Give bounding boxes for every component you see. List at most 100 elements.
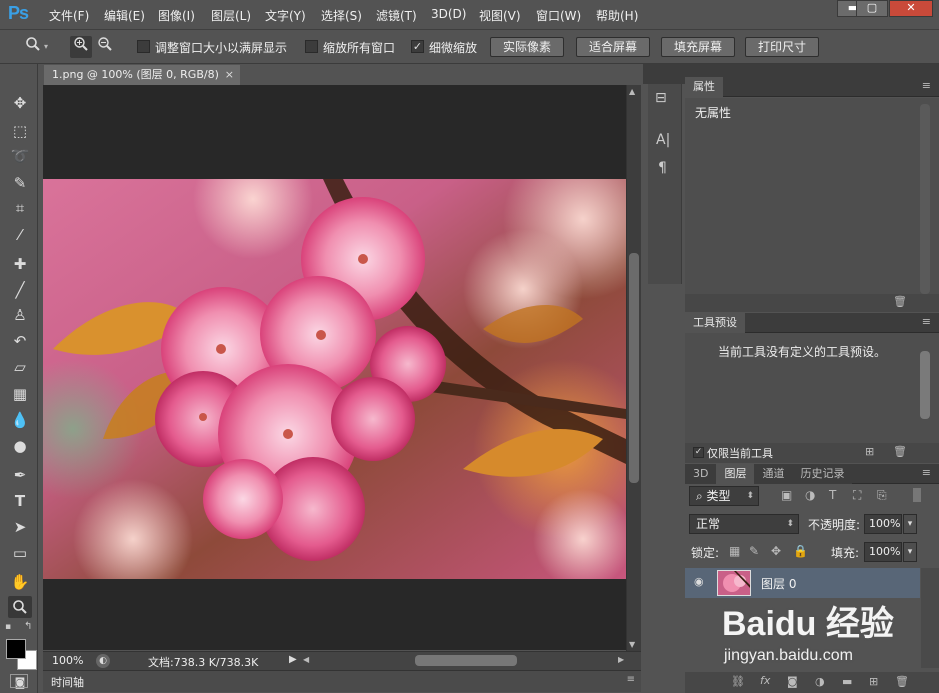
tool-presets-tab[interactable]: 工具预设 [685, 313, 745, 333]
history-brush-icon[interactable]: ↶ [8, 330, 32, 352]
new-layer-icon[interactable]: ⊞ [869, 675, 878, 688]
quick-select-icon[interactable]: ✎ [8, 172, 32, 194]
timeline-menu-icon[interactable]: ≡ [627, 674, 635, 685]
properties-scrollbar[interactable] [920, 104, 930, 294]
scroll-right-icon[interactable]: ▶ [618, 655, 624, 664]
eye-icon[interactable]: ◉ [694, 575, 704, 588]
adjustment-layer-icon[interactable]: ◑ [815, 675, 825, 688]
gradient-icon[interactable]: ▦ [8, 383, 32, 405]
kind-filter-select[interactable]: ⌕ 类型 ⬍ [689, 486, 759, 506]
close-button[interactable]: ✕ [889, 0, 933, 17]
tool-presets-menu-icon[interactable]: ≡ [922, 315, 931, 328]
mask-icon[interactable]: ◙ [787, 675, 798, 688]
shape-icon[interactable]: ▭ [8, 542, 32, 564]
group-icon[interactable]: ▬ [842, 675, 852, 688]
fit-screen-button[interactable]: 适合屏幕 [576, 37, 650, 57]
fill-input[interactable]: 100% [864, 542, 902, 562]
type-icon[interactable]: T [8, 490, 32, 512]
tab-layers[interactable]: 图层 [716, 464, 755, 484]
dodge-icon[interactable]: ● [8, 435, 32, 457]
tool-presets-scrollbar[interactable] [920, 351, 930, 419]
print-size-button[interactable]: 打印尺寸 [745, 37, 819, 57]
marquee-icon[interactable]: ⬚ [8, 120, 32, 142]
vertical-scroll-thumb[interactable] [629, 253, 639, 483]
adjust-icon[interactable]: ⊟ [655, 90, 667, 106]
lock-move-icon[interactable]: ✥ [771, 544, 781, 558]
trash-icon[interactable]: 🗑 [895, 675, 909, 688]
filter-smart-object-icon[interactable]: ⎘ [877, 488, 887, 503]
menu-view[interactable]: 视图(V) [479, 7, 521, 24]
trash-icon[interactable]: 🗑 [893, 445, 907, 458]
opacity-dropdown-icon[interactable]: ▾ [903, 514, 917, 534]
menu-filter[interactable]: 滤镜(T) [376, 7, 417, 24]
scrubby-zoom-checkbox[interactable]: ✓ [411, 40, 424, 53]
properties-tab[interactable]: 属性 [685, 77, 723, 97]
path-select-icon[interactable]: ➤ [8, 516, 32, 538]
scroll-up-icon[interactable]: ▲ [629, 87, 635, 96]
menu-3d[interactable]: 3D(D) [431, 7, 466, 21]
menu-type[interactable]: 文字(Y) [265, 7, 306, 24]
character-icon[interactable]: A| [656, 132, 670, 148]
filter-shape-icon[interactable]: ⛶ [853, 488, 861, 503]
maximize-button[interactable]: ▢ [856, 0, 888, 17]
canvas-image[interactable] [43, 179, 626, 579]
default-colors-icon[interactable]: ▪ [5, 622, 15, 632]
new-preset-icon[interactable]: ⊞ [865, 445, 874, 458]
document-tab[interactable]: 1.png @ 100% (图层 0, RGB/8) × [44, 65, 240, 85]
blur-icon[interactable]: 💧 [8, 409, 32, 431]
zoom-in-icon[interactable] [70, 36, 92, 58]
filter-toggle[interactable] [913, 488, 921, 502]
eraser-icon[interactable]: ▱ [8, 356, 32, 378]
swap-colors-icon[interactable]: ↰ [24, 621, 32, 632]
filter-adjustment-icon[interactable]: ◑ [805, 488, 815, 502]
zoom-tool-icon[interactable] [8, 596, 32, 618]
trash-icon[interactable]: 🗑 [893, 295, 907, 308]
zoom-out-icon[interactable] [94, 36, 116, 58]
menu-select[interactable]: 选择(S) [321, 7, 362, 24]
filter-type-icon[interactable]: T [829, 488, 836, 502]
foreground-color-swatch[interactable] [6, 639, 26, 659]
resize-windows-checkbox[interactable] [137, 40, 150, 53]
hand-icon[interactable]: ✋ [8, 571, 32, 593]
menu-window[interactable]: 窗口(W) [536, 7, 581, 24]
lock-transparent-icon[interactable]: ▦ [729, 544, 740, 558]
blend-mode-select[interactable]: 正常 ⬍ [689, 514, 799, 534]
pen-icon[interactable]: ✒ [8, 464, 32, 486]
tab-history[interactable]: 历史记录 [792, 464, 853, 484]
timeline-tab[interactable]: 时间轴 [51, 674, 84, 690]
zoom-all-windows-checkbox[interactable] [305, 40, 318, 53]
close-tab-icon[interactable]: × [225, 65, 234, 85]
lock-paint-icon[interactable]: ✎ [749, 544, 759, 558]
zoom-icon[interactable] [22, 36, 44, 58]
horizontal-scroll-thumb[interactable] [415, 655, 517, 666]
menu-layer[interactable]: 图层(L) [211, 7, 251, 24]
crop-icon[interactable]: ⌗ [8, 197, 32, 219]
scroll-left-icon[interactable]: ◀ [303, 655, 309, 664]
tab-3d[interactable]: 3D [685, 464, 717, 484]
scroll-down-icon[interactable]: ▼ [629, 640, 635, 649]
eyedropper-icon[interactable]: ⁄ [8, 224, 32, 246]
paragraph-icon[interactable]: ¶ [658, 160, 667, 176]
actual-pixels-button[interactable]: 实际像素 [490, 37, 564, 57]
healing-icon[interactable]: ✚ [8, 253, 32, 275]
menu-image[interactable]: 图像(I) [158, 7, 195, 24]
opacity-input[interactable]: 100% [864, 514, 902, 534]
menu-help[interactable]: 帮助(H) [596, 7, 638, 24]
menu-file[interactable]: 文件(F) [49, 7, 89, 24]
zoom-level[interactable]: 100% [52, 654, 83, 667]
fx-icon[interactable]: fx [760, 674, 770, 687]
vertical-scrollbar[interactable]: ▲ ▼ [626, 85, 641, 651]
fill-dropdown-icon[interactable]: ▾ [903, 542, 917, 562]
layer-name[interactable]: 图层 0 [761, 575, 796, 592]
tool-preset-arrow-icon[interactable]: ▾ [44, 42, 48, 51]
status-expand-icon[interactable]: ▶ [289, 654, 297, 665]
properties-menu-icon[interactable]: ≡ [922, 79, 931, 92]
fill-screen-button[interactable]: 填充屏幕 [661, 37, 735, 57]
tab-channels[interactable]: 通道 [754, 464, 793, 484]
move-icon[interactable]: ✥ [8, 92, 32, 114]
lasso-icon[interactable]: ➰ [8, 145, 32, 167]
filter-pixel-icon[interactable]: ▣ [781, 488, 792, 502]
menu-edit[interactable]: 编辑(E) [104, 7, 145, 24]
status-menu-icon[interactable]: ◐ [96, 654, 110, 668]
current-tool-only-checkbox[interactable]: ✓ [693, 447, 704, 458]
